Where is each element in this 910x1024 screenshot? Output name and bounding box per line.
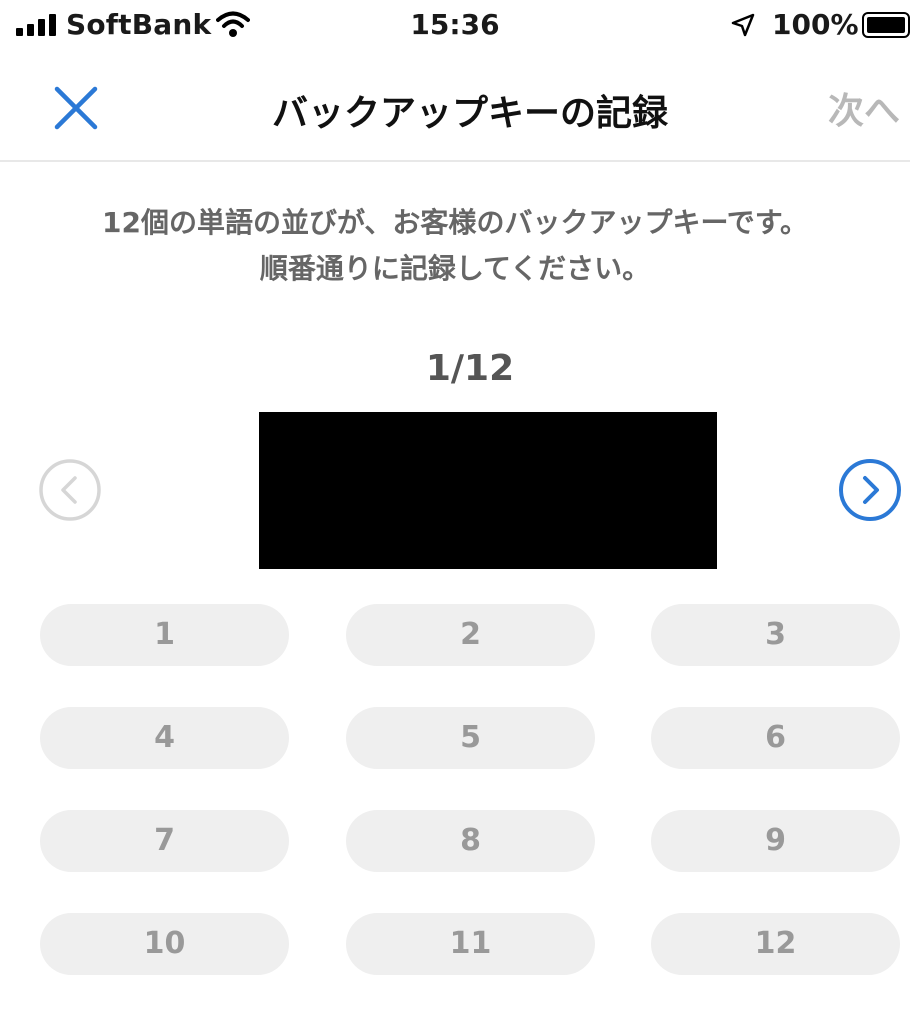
word-slot[interactable]: 3 — [651, 604, 900, 666]
location-arrow-icon — [731, 13, 755, 37]
page-title: バックアップキーの記録 — [271, 93, 668, 134]
word-slot[interactable]: 5 — [346, 707, 595, 769]
battery-icon — [862, 12, 910, 38]
battery-level — [867, 17, 905, 33]
nav-bar: バックアップキーの記録 次へ — [0, 52, 910, 162]
word-slot[interactable]: 6 — [651, 707, 900, 769]
next-button[interactable]: 次へ — [828, 82, 900, 134]
word-slot[interactable]: 2 — [346, 604, 595, 666]
battery-percentage: 100% — [772, 8, 859, 41]
instruction-line-1: 12個の単語の並びが、お客様のバックアップキーです。 — [102, 206, 808, 239]
word-slot[interactable]: 4 — [40, 707, 289, 769]
word-slot[interactable]: 9 — [651, 810, 900, 872]
word-slot[interactable]: 12 — [651, 913, 900, 975]
word-slot[interactable]: 1 — [40, 604, 289, 666]
word-slot[interactable]: 7 — [40, 810, 289, 872]
instruction-text: 12個の単語の並びが、お客様のバックアップキーです。 順番通りに記録してください… — [0, 200, 910, 292]
chevron-left-circle-icon[interactable] — [38, 458, 102, 522]
status-bar: SoftBank 15:36 100% — [0, 0, 910, 52]
word-counter: 1/12 — [425, 348, 515, 389]
backup-word-display — [259, 412, 717, 569]
instruction-line-2: 順番通りに記録してください。 — [259, 252, 651, 285]
word-slot[interactable]: 8 — [346, 810, 595, 872]
word-slot[interactable]: 11 — [346, 913, 595, 975]
word-slot[interactable]: 10 — [40, 913, 289, 975]
chevron-right-circle-icon[interactable] — [838, 458, 902, 522]
